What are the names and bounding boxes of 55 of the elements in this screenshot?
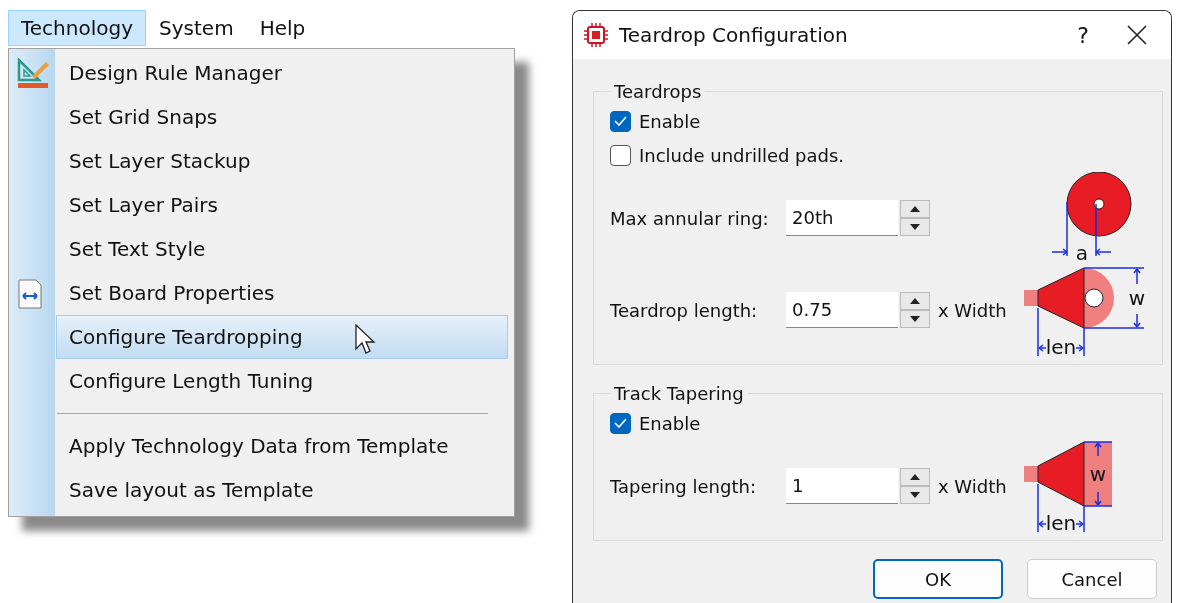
up-triangle-icon	[910, 206, 920, 212]
up-triangle-icon	[910, 298, 920, 304]
field-label: Max annular ring:	[610, 207, 770, 229]
checkbox[interactable]	[610, 110, 631, 132]
check-icon	[614, 116, 627, 126]
dimension-label: len	[1045, 511, 1077, 532]
field-label: Tapering length:	[610, 475, 757, 497]
number-field[interactable]: 0.75	[786, 292, 898, 328]
checkbox-label: Include undrilled pads.	[639, 144, 845, 166]
spin-down-button[interactable]	[900, 486, 930, 504]
dimension-label: a	[1075, 241, 1089, 264]
menu-item[interactable]: Configure Length Tuning	[56, 359, 508, 403]
menu-item[interactable]: Apply Technology Data from Template	[56, 424, 508, 468]
menu-item[interactable]: Design Rule Manager	[56, 51, 508, 95]
menu-item[interactable]: Set Layer Stackup	[56, 139, 508, 183]
ruler-pencil-icon	[16, 58, 50, 90]
down-triangle-icon	[910, 492, 920, 498]
menu-item[interactable]: Set Board Properties	[56, 271, 508, 315]
menu-bar-item[interactable]: Technology	[8, 10, 147, 46]
unit-label: x Width	[938, 475, 1008, 497]
group-title: Teardrops	[613, 81, 703, 102]
check-icon	[614, 418, 627, 428]
down-triangle-icon	[910, 316, 920, 322]
spin-up-button[interactable]	[900, 468, 930, 486]
window-title: Teardrop Configuration	[619, 23, 849, 47]
dimension-label: w	[1089, 462, 1107, 486]
menu-item[interactable]: Save layout as Template	[56, 468, 508, 512]
down-triangle-icon	[910, 224, 920, 230]
menu-item[interactable]: Set Text Style	[56, 227, 508, 271]
menu-item[interactable]: Configure Teardropping	[56, 315, 508, 359]
dimension-label: len	[1045, 335, 1077, 356]
spin-up-button[interactable]	[900, 200, 930, 218]
mouse-pointer-icon	[355, 324, 377, 356]
menu-bar-item[interactable]: System	[146, 10, 247, 46]
spin-down-button[interactable]	[900, 218, 930, 236]
number-field[interactable]: 20th	[786, 200, 898, 236]
dimension-label: w	[1128, 286, 1146, 310]
up-triangle-icon	[910, 474, 920, 480]
checkbox[interactable]	[610, 412, 631, 434]
spin-up-button[interactable]	[900, 292, 930, 310]
unit-label: x Width	[938, 299, 1008, 321]
menu-bar-item[interactable]: Help	[246, 10, 319, 46]
menu-item[interactable]: Set Grid Snaps	[56, 95, 508, 139]
field-label: Teardrop length:	[610, 299, 759, 321]
number-field[interactable]: 1	[786, 468, 898, 504]
checkbox-label: Enable	[639, 412, 701, 434]
spin-down-button[interactable]	[900, 310, 930, 328]
group-title: Track Tapering	[613, 383, 745, 404]
checkbox[interactable]	[610, 144, 631, 166]
menu-item[interactable]: Set Layer Pairs	[56, 183, 508, 227]
dialog-button[interactable]: Cancel	[1027, 559, 1157, 599]
document-arrows-icon	[16, 278, 44, 310]
help-button[interactable]: ?	[1063, 22, 1103, 48]
checkbox-label: Enable	[639, 110, 701, 132]
dialog-button[interactable]: OK	[873, 559, 1003, 599]
